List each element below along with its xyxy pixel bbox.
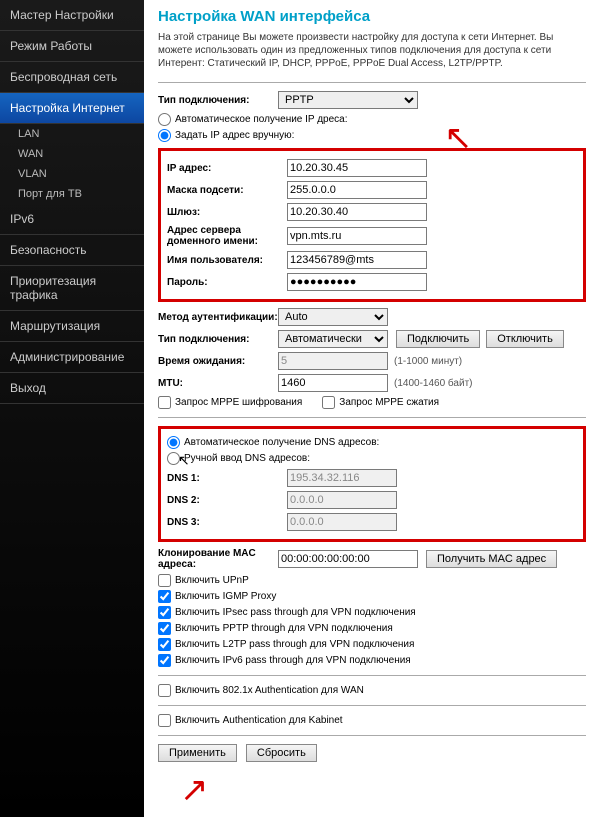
sidebar-sub-vlan[interactable]: VLAN <box>0 164 144 184</box>
mask-input[interactable] <box>287 181 427 199</box>
l2tp-label: Включить L2TP pass through для VPN подкл… <box>175 639 414 650</box>
dns2-label: DNS 2: <box>167 495 287 506</box>
upnp-label: Включить UPnP <box>175 575 249 586</box>
dns1-input <box>287 469 397 487</box>
highlight-box-1: IP адрес: Маска подсети: Шлюз: Адрес сер… <box>158 148 586 302</box>
user-input[interactable] <box>287 251 427 269</box>
divider <box>158 735 586 736</box>
server-label: Адрес сервера доменного имени: <box>167 225 287 247</box>
highlight-box-2: Автоматическое получение DNS адресов: ↖ … <box>158 426 586 542</box>
mtu-input[interactable] <box>278 374 388 392</box>
mac-label: Клонирование MAC адреса: <box>158 548 278 570</box>
ip-auto-radio[interactable] <box>158 113 171 126</box>
mppe-enc-checkbox[interactable] <box>158 396 171 409</box>
sidebar-item-wireless[interactable]: Беспроводная сеть <box>0 62 144 93</box>
divider <box>158 675 586 676</box>
mppe-comp-checkbox[interactable] <box>322 396 335 409</box>
pass-input[interactable] <box>287 273 427 291</box>
ipv6pt-label: Включить IPv6 pass through для VPN подкл… <box>175 655 411 666</box>
igmp-label: Включить IGMP Proxy <box>175 591 276 602</box>
conn-type-label: Тип подключения: <box>158 95 278 106</box>
dns-auto-label: Автоматическое получение DNS адресов: <box>184 437 379 448</box>
sidebar-item-exit[interactable]: Выход <box>0 373 144 404</box>
mppe-comp-label: Запрос MPPE сжатия <box>339 397 439 408</box>
divider <box>158 417 586 418</box>
sidebar-sub-wan[interactable]: WAN <box>0 144 144 164</box>
pass-label: Пароль: <box>167 277 287 288</box>
wait-label: Время ожидания: <box>158 356 278 367</box>
igmp-checkbox[interactable] <box>158 590 171 603</box>
ipsec-label: Включить IPsec pass through для VPN подк… <box>175 607 416 618</box>
kabinet-checkbox[interactable] <box>158 714 171 727</box>
ip-input[interactable] <box>287 159 427 177</box>
main-content: Настройка WAN интерфейса На этой страниц… <box>144 0 600 817</box>
page-description: На этой странице Вы можете произвести на… <box>158 31 586 70</box>
dot1x-checkbox[interactable] <box>158 684 171 697</box>
divider <box>158 82 586 83</box>
dot1x-label: Включить 802.1x Authentication для WAN <box>175 685 364 696</box>
sidebar-sub-tvport[interactable]: Порт для ТВ <box>0 184 144 204</box>
gw-label: Шлюз: <box>167 207 287 218</box>
kabinet-label: Включить Authentication для Kabinet <box>175 715 343 726</box>
connect-button[interactable]: Подключить <box>396 330 480 348</box>
ip-auto-label: Автоматическое получение IP дреса: <box>175 114 348 125</box>
mac-input[interactable] <box>278 550 418 568</box>
apply-button[interactable]: Применить <box>158 744 237 762</box>
sidebar-item-internet[interactable]: Настройка Интернет <box>0 93 144 124</box>
wait-input <box>278 352 388 370</box>
auth-label: Метод аутентификации: <box>158 312 278 323</box>
sidebar-sub-lan[interactable]: LAN <box>0 124 144 144</box>
dns-manual-radio[interactable] <box>167 452 180 465</box>
sidebar: Мастер Настройки Режим Работы Беспроводн… <box>0 0 144 817</box>
sidebar-item-admin[interactable]: Администрирование <box>0 342 144 373</box>
upnp-checkbox[interactable] <box>158 574 171 587</box>
divider <box>158 705 586 706</box>
sidebar-item-ipv6[interactable]: IPv6 <box>0 204 144 235</box>
mask-label: Маска подсети: <box>167 185 287 196</box>
ip-manual-radio[interactable] <box>158 129 171 142</box>
mppe-enc-label: Запрос MPPE шифрования <box>175 397 302 408</box>
page-title: Настройка WAN интерфейса <box>158 8 586 25</box>
auth-select[interactable]: Auto <box>278 308 388 326</box>
pptp-label: Включить PPTP through для VPN подключени… <box>175 623 393 634</box>
ipv6pt-checkbox[interactable] <box>158 654 171 667</box>
dns-manual-label: Ручной ввод DNS адресов: <box>184 453 310 464</box>
l2tp-checkbox[interactable] <box>158 638 171 651</box>
conn-type-select[interactable]: PPTP <box>278 91 418 109</box>
ipsec-checkbox[interactable] <box>158 606 171 619</box>
ip-label: IP адрес: <box>167 163 287 174</box>
disconnect-button[interactable]: Отключить <box>486 330 564 348</box>
pptp-checkbox[interactable] <box>158 622 171 635</box>
dns-auto-radio[interactable] <box>167 436 180 449</box>
mtu-hint: (1400-1460 байт) <box>394 378 473 389</box>
dns3-input <box>287 513 397 531</box>
sidebar-item-qos[interactable]: Приоритезация трафика <box>0 266 144 311</box>
ip-manual-label: Задать IP адрес вручную: <box>175 130 294 141</box>
sidebar-item-wizard[interactable]: Мастер Настройки <box>0 0 144 31</box>
get-mac-button[interactable]: Получить MAC адрес <box>426 550 557 568</box>
arrow-annotation-icon: ↗ <box>180 770 209 810</box>
sidebar-item-mode[interactable]: Режим Работы <box>0 31 144 62</box>
reset-button[interactable]: Сбросить <box>246 744 317 762</box>
dns2-input <box>287 491 397 509</box>
ctype-select[interactable]: Автоматически <box>278 330 388 348</box>
ctype-label: Тип подключения: <box>158 334 278 345</box>
mtu-label: MTU: <box>158 378 278 389</box>
server-input[interactable] <box>287 227 427 245</box>
user-label: Имя пользователя: <box>167 255 287 266</box>
sidebar-item-routing[interactable]: Маршрутизация <box>0 311 144 342</box>
dns1-label: DNS 1: <box>167 473 287 484</box>
gw-input[interactable] <box>287 203 427 221</box>
wait-hint: (1-1000 минут) <box>394 356 462 367</box>
dns3-label: DNS 3: <box>167 517 287 528</box>
sidebar-item-security[interactable]: Безопасность <box>0 235 144 266</box>
